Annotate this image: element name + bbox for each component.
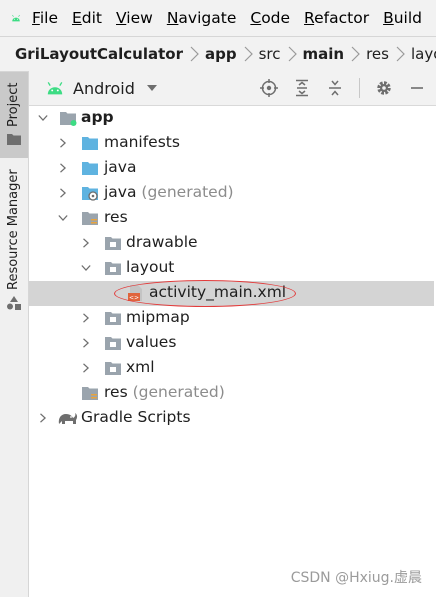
tree-label: res [104,208,128,226]
resource-manager-tool-button[interactable]: Resource Manager [6,169,21,290]
android-logo-icon [12,14,20,22]
chevron-right-icon [351,46,360,62]
chevron-down-icon[interactable] [81,262,91,274]
resource-folder-icon [82,212,98,225]
tree-node-app[interactable]: app [29,106,434,131]
folder-icon [7,134,21,145]
tree-label: mipmap [126,308,190,326]
chevron-right-icon[interactable] [58,137,68,149]
gradle-elephant-icon [58,413,78,424]
chevron-right-icon [288,46,297,62]
breadcrumb-src[interactable]: src [259,45,281,63]
breadcrumb-res[interactable]: res [366,45,389,63]
tree-node-res[interactable]: res [29,206,434,231]
shapes-icon [7,296,21,310]
folder-icon [82,162,98,175]
collapse-all-icon[interactable] [326,79,344,97]
menu-edit[interactable]: Edit [72,9,102,27]
tree-node-gradle-scripts[interactable]: Gradle Scripts [29,406,434,431]
chevron-right-icon[interactable] [58,162,68,174]
chevron-right-icon [190,46,199,62]
chevron-right-icon[interactable] [81,362,91,374]
gear-icon[interactable] [375,79,393,97]
project-tool-label: Project [6,82,21,127]
tree-node-res-generated[interactable]: res (generated) [29,381,434,406]
chevron-down-icon[interactable] [38,112,48,124]
breadcrumb-layout[interactable]: layout [411,45,436,63]
generated-folder-icon [82,187,98,201]
tree-node-xml[interactable]: xml [29,356,434,381]
menu-refactor[interactable]: Refactor [304,9,369,27]
module-folder-icon [60,112,77,126]
menu-navigate[interactable]: Navigate [167,9,237,27]
breadcrumb-main[interactable]: main [303,45,345,63]
tree-label: Gradle Scripts [81,408,191,426]
tree-node-java[interactable]: java [29,156,434,181]
chevron-right-icon[interactable] [81,312,91,324]
folder-icon [82,137,98,150]
folder-icon [105,262,121,275]
breadcrumb-project[interactable]: GriLayoutCalculator [15,45,183,63]
chevron-right-icon[interactable] [81,237,91,249]
chevron-right-icon [244,46,253,62]
caret-down-icon [146,85,157,91]
tree-label: layout [126,258,175,276]
menu-view[interactable]: View [116,9,153,27]
folder-icon [105,237,121,250]
tool-window-stripe: Project Resource Manager [0,72,29,597]
chevron-right-icon [396,46,405,62]
menu-build[interactable]: Build [383,9,422,27]
select-opened-file-icon[interactable] [260,79,278,97]
folder-icon [105,312,121,325]
menu-bar: File Edit View Navigate Code Refactor Bu… [0,0,436,36]
tree-label: manifests [104,133,180,151]
expand-all-icon[interactable] [293,79,311,97]
tree-label: values [126,333,177,351]
tree-node-layout[interactable]: layout [29,256,434,281]
chevron-right-icon[interactable] [81,337,91,349]
folder-icon [105,337,121,350]
menu-file[interactable]: File [32,9,58,27]
tree-label: java (generated) [104,183,234,201]
project-tool-button[interactable]: Project [0,72,28,158]
project-view-label: Android [73,78,135,98]
tree-node-drawable[interactable]: drawable [29,231,434,256]
tree-node-manifests[interactable]: manifests [29,131,434,156]
tree-label: drawable [126,233,198,251]
folder-icon [105,362,121,375]
project-toolbar: Android [29,71,436,106]
chevron-right-icon[interactable] [38,412,48,424]
menu-code[interactable]: Code [250,9,290,27]
resource-folder-icon [82,387,98,400]
breadcrumb: GriLayoutCalculator app src main res lay… [0,36,436,72]
tree-label: res (generated) [104,383,225,401]
chevron-down-icon[interactable] [58,212,68,224]
tree-node-values[interactable]: values [29,331,434,356]
tree-label: java [104,158,137,176]
tree-node-java-generated[interactable]: java (generated) [29,181,434,206]
tree-label: app [81,108,114,126]
tree-node-activity-main[interactable]: <> activity_main.xml [29,280,434,307]
chevron-right-icon[interactable] [58,187,68,199]
minimize-icon[interactable] [408,79,426,97]
breadcrumb-app[interactable]: app [205,45,237,63]
annotation-circle [114,280,296,307]
tree-node-mipmap[interactable]: mipmap [29,306,434,331]
android-icon [47,82,63,95]
toolbar-divider [359,78,360,98]
tree-label: xml [126,358,155,376]
project-view-selector[interactable]: Android [45,79,157,98]
watermark: CSDN @Hxiug.虚晨 [290,570,422,586]
